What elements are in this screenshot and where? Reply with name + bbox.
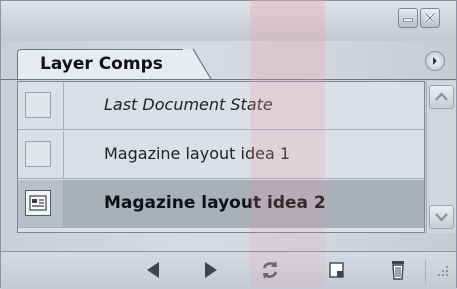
comp-thumbnail (25, 92, 51, 118)
comp-thumbnail-cell[interactable] (18, 180, 64, 227)
previous-comp-button[interactable] (139, 256, 167, 284)
scroll-up-button[interactable] (429, 85, 454, 109)
chevron-down-icon (435, 213, 448, 222)
layer-comps-panel: Layer Comps Last Document State Magazine… (0, 0, 457, 289)
comp-label: Magazine layout idea 2 (104, 193, 326, 213)
update-icon (262, 261, 278, 279)
new-comp-button[interactable] (322, 256, 350, 284)
next-comp-button[interactable] (197, 256, 225, 284)
comp-row-last-document-state[interactable]: Last Document State (18, 82, 424, 130)
trash-icon (392, 261, 404, 280)
panel-menu-arrow-icon (433, 57, 437, 65)
comp-row-magazine-layout-idea-1[interactable]: Magazine layout idea 1 (18, 131, 424, 179)
tab-layer-comps[interactable]: Layer Comps (17, 49, 195, 79)
minimize-icon (403, 18, 413, 22)
scroll-down-button[interactable] (429, 205, 454, 229)
comp-thumbnail-cell[interactable] (18, 82, 64, 129)
tab-label: Layer Comps (40, 54, 163, 74)
panel-tab-strip: Layer Comps (1, 41, 456, 80)
panel-menu-button[interactable] (425, 51, 445, 71)
layer-comps-list: Last Document State Magazine layout idea… (17, 81, 425, 233)
next-icon (205, 262, 217, 278)
delete-comp-button[interactable] (384, 256, 412, 284)
comp-row-magazine-layout-idea-2[interactable]: Magazine layout idea 2 (18, 180, 424, 228)
comp-thumbnail (25, 141, 51, 167)
minimize-button[interactable] (398, 8, 418, 28)
update-comp-button[interactable] (256, 256, 284, 284)
close-icon (424, 12, 436, 24)
tab-edge (183, 49, 212, 79)
resize-grip[interactable] (425, 260, 454, 284)
comp-thumbnail-cell[interactable] (18, 131, 64, 178)
new-comp-icon (329, 262, 344, 278)
close-button[interactable] (420, 8, 440, 28)
chevron-up-icon (435, 92, 448, 101)
layer-comp-icon (29, 195, 47, 211)
panel-toolbar (1, 251, 456, 289)
panel-titlebar[interactable] (1, 1, 456, 41)
previous-icon (147, 262, 159, 278)
resize-grip-icon (438, 266, 448, 276)
vertical-scrollbar[interactable] (426, 81, 456, 233)
comp-label: Last Document State (104, 95, 273, 114)
comp-label: Magazine layout idea 1 (104, 144, 291, 163)
comp-thumbnail (25, 190, 51, 216)
